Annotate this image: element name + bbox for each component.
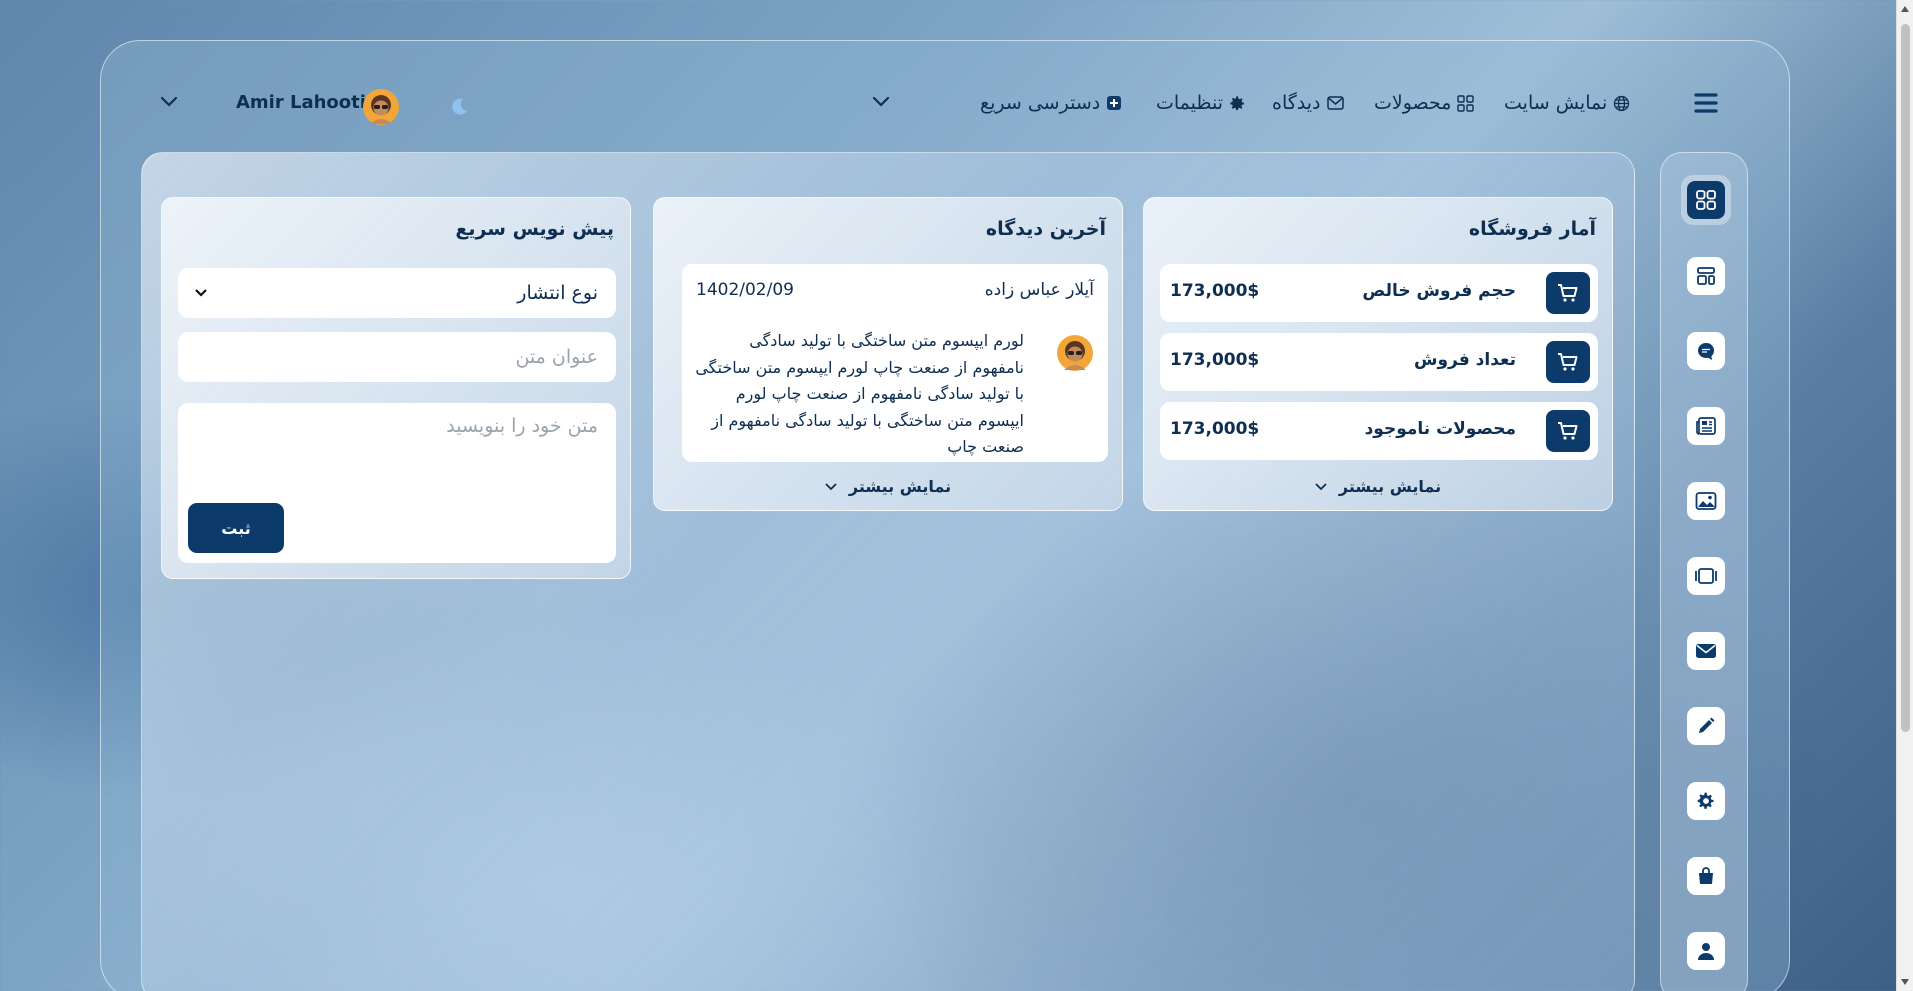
avatar (1056, 334, 1094, 372)
user-icon (1698, 943, 1714, 960)
cart-icon (1546, 341, 1590, 383)
review-author: آیلار عباس زاده (984, 280, 1094, 300)
stat-value: 173,000$ (1170, 281, 1260, 301)
chevron-down-icon (195, 289, 207, 297)
moon-icon (452, 98, 467, 115)
nav-products[interactable]: محصولات (1374, 92, 1475, 114)
quick-access-chevron[interactable] (872, 96, 890, 108)
theme-toggle[interactable] (450, 96, 470, 116)
stat-row: تعداد فروش 173,000$ (1160, 333, 1598, 391)
nav-settings-label: تنظیمات (1156, 92, 1224, 114)
quick-access-menu[interactable]: دسترسی سریع (980, 92, 1122, 114)
nav-view-site-label: نمایش سایت (1504, 92, 1608, 114)
sidebar-item-layout[interactable] (1687, 257, 1725, 295)
scrollbar[interactable] (1896, 0, 1913, 991)
grid-icon (1457, 94, 1475, 112)
stat-row: محصولات ناموجود 173,000$ (1160, 402, 1598, 460)
film-icon (1695, 568, 1717, 584)
stat-value: 173,000$ (1170, 419, 1260, 439)
stat-label: محصولات ناموجود (1364, 419, 1516, 439)
sidebar-item-users[interactable] (1687, 932, 1725, 970)
scroll-down-icon[interactable] (1901, 979, 1909, 985)
scrollbar-thumb[interactable] (1901, 24, 1910, 732)
sidebar-item-shop[interactable] (1687, 857, 1725, 895)
post-title-input[interactable]: عنوان متن (178, 332, 616, 382)
stat-label: تعداد فروش (1414, 350, 1516, 370)
sidebar (1660, 152, 1748, 991)
cart-icon (1546, 410, 1590, 452)
stat-value: 173,000$ (1170, 350, 1260, 370)
publish-type-select[interactable]: نوع انتشار (178, 268, 616, 318)
more-label: نمایش بیشتر (848, 477, 952, 496)
latest-reviews-more-button[interactable]: نمایش بیشتر (654, 477, 1122, 496)
latest-reviews-card: آخرین دیدگاه آیلار عباس زاده 1402/02/09 … (653, 197, 1123, 511)
sidebar-item-mail[interactable] (1687, 632, 1725, 670)
hamburger-menu-button[interactable] (1694, 92, 1718, 114)
stat-label: حجم فروش خالص (1362, 281, 1516, 301)
chevron-down-icon (872, 96, 890, 107)
pencil-icon (1699, 717, 1715, 733)
chevron-down-icon (160, 96, 178, 107)
dashboard-icon (1696, 190, 1716, 210)
chat-icon (1698, 342, 1715, 360)
stat-row: حجم فروش خالص 173,000$ (1160, 264, 1598, 322)
avatar[interactable] (362, 88, 400, 126)
sidebar-item-dashboard[interactable] (1681, 175, 1731, 225)
store-stats-more-button[interactable]: نمایش بیشتر (1144, 477, 1612, 496)
user-name[interactable]: Amir Lahooti (236, 92, 366, 113)
more-label: نمایش بیشتر (1338, 477, 1442, 496)
sidebar-item-media[interactable] (1687, 557, 1725, 595)
review-date: 1402/02/09 (696, 280, 794, 300)
gear-icon (1230, 95, 1244, 110)
cart-icon (1546, 272, 1590, 314)
sidebar-item-settings[interactable] (1687, 782, 1725, 820)
globe-icon (1614, 95, 1630, 111)
nav-view-site[interactable]: نمایش سایت (1504, 92, 1630, 114)
sidebar-item-news[interactable] (1687, 407, 1725, 445)
quick-draft-card: پیش نویس سریع نوع انتشار عنوان متن متن خ… (161, 197, 631, 579)
top-bar: Amir Lahooti دسترسی سریع تنظیمات دیدگاه … (100, 40, 1790, 150)
image-icon (1695, 492, 1717, 510)
post-body-placeholder: متن خود را بنویسید (446, 415, 598, 437)
sidebar-item-images[interactable] (1687, 482, 1725, 520)
post-title-placeholder: عنوان متن (515, 346, 598, 368)
nav-products-label: محصولات (1374, 92, 1452, 114)
review-item: آیلار عباس زاده 1402/02/09 لورم ایپسوم م… (682, 264, 1108, 462)
plus-square-icon (1107, 96, 1122, 110)
review-text: لورم ایپسوم متن ساختگی با تولید سادگی نا… (695, 331, 1024, 456)
submit-button[interactable]: ثبت (188, 503, 284, 553)
hamburger-icon (1694, 93, 1718, 113)
layout-icon (1697, 267, 1715, 285)
nav-comments[interactable]: دیدگاه (1272, 92, 1344, 114)
sidebar-item-edit[interactable] (1687, 707, 1725, 745)
store-stats-title: آمار فروشگاه (1468, 218, 1596, 240)
envelope-icon (1326, 96, 1344, 110)
sidebar-item-chat[interactable] (1687, 332, 1725, 370)
quick-draft-title: پیش نویس سریع (455, 218, 614, 240)
latest-reviews-title: آخرین دیدگاه (985, 218, 1106, 240)
bag-icon (1699, 867, 1713, 884)
publish-type-value: نوع انتشار (517, 282, 598, 304)
user-menu-chevron[interactable] (160, 96, 178, 108)
nav-comments-label: دیدگاه (1272, 92, 1321, 114)
chevron-down-icon (1315, 482, 1327, 490)
scroll-up-icon[interactable] (1901, 6, 1909, 12)
nav-settings[interactable]: تنظیمات (1156, 92, 1246, 114)
quick-access-label: دسترسی سریع (980, 92, 1101, 114)
mail-icon (1696, 644, 1716, 658)
gear-icon (1697, 792, 1714, 809)
chevron-down-icon (825, 482, 837, 490)
newspaper-icon (1696, 417, 1716, 435)
store-stats-card: آمار فروشگاه حجم فروش خالص 173,000$ تعدا… (1143, 197, 1613, 511)
